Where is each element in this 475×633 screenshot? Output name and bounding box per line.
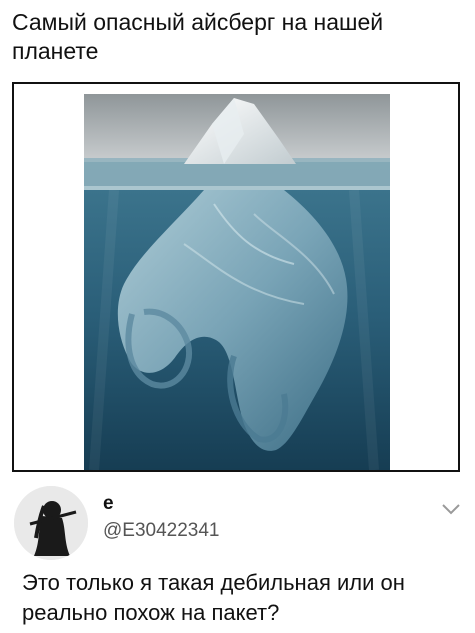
photo-illustration: [84, 94, 390, 470]
author-handle[interactable]: @E30422341: [103, 520, 220, 542]
tweet-text: Это только я такая дебильная или он реал…: [22, 570, 405, 625]
tweet: e @E30422341 Это только я такая дебильна…: [0, 478, 475, 633]
author-name[interactable]: e: [103, 493, 114, 515]
avatar[interactable]: [14, 486, 88, 560]
iceberg-plastic-bag-photo: [84, 94, 390, 470]
avatar-silhouette-icon: [14, 486, 88, 560]
chevron-down-icon[interactable]: [441, 502, 461, 516]
image-frame: [12, 82, 460, 472]
meme-title: Самый опасный айсберг на нашей планете: [12, 9, 384, 64]
